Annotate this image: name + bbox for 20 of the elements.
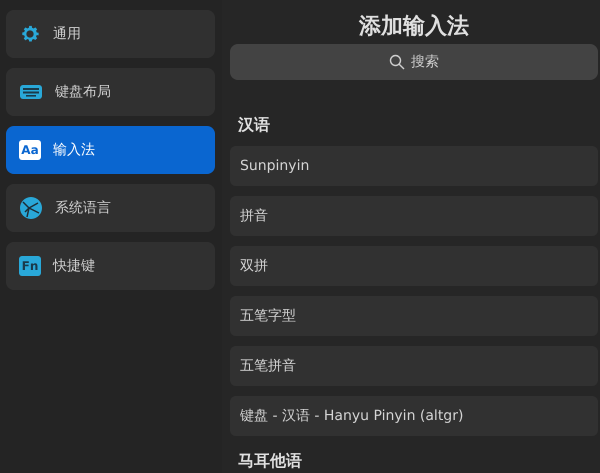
sidebar-item[interactable]: Fn 快捷键 [6, 242, 215, 290]
letters-icon: Aa [19, 140, 41, 160]
input-method-item[interactable]: 双拼 [230, 246, 598, 286]
input-method-item[interactable]: 五笔拼音 [230, 346, 598, 386]
input-method-item[interactable]: 键盘 - 汉语 - Hanyu Pinyin (altgr) [230, 396, 598, 436]
section-heading: 马耳他语 [238, 450, 303, 472]
section-heading: 汉语 [238, 114, 271, 136]
search-field[interactable]: 搜索 [230, 44, 598, 80]
search-icon [389, 54, 405, 70]
globe-icon [19, 196, 43, 220]
sidebar-item[interactable]: Aa 输入法 [6, 126, 215, 174]
sidebar-item[interactable]: 系统语言 [6, 184, 215, 232]
letters-icon: Fn [19, 256, 41, 276]
sidebar-item[interactable]: 通用 [6, 10, 215, 58]
keyboard-icon [19, 83, 43, 101]
input-method-item[interactable]: 五笔字型 [230, 296, 598, 336]
input-method-item[interactable]: 拼音 [230, 196, 598, 236]
sidebar-item[interactable]: 键盘布局 [6, 68, 215, 116]
input-method-item[interactable]: Sunpinyin [230, 146, 598, 186]
page-title: 添加输入法 [358, 13, 470, 41]
